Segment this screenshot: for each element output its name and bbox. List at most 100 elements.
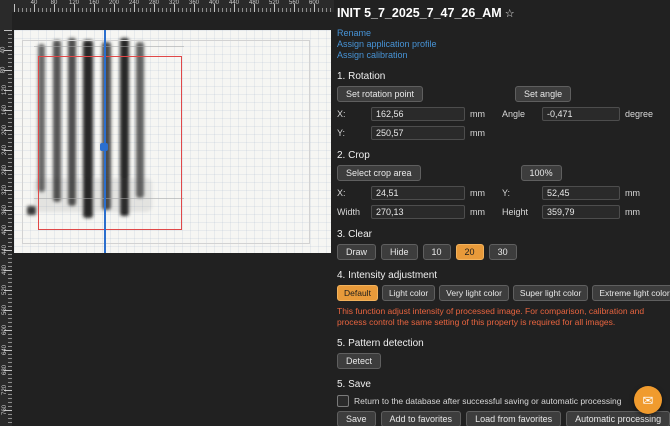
ruler-label: 280 [2,165,8,175]
app-window: 40 80 120 160 200 240 280 320 360 400 440 480 520 560… [0,0,670,426]
vertical-ruler: 40 80 120 160 200 240 280 320 360 400 440 480 520 560… [0,0,12,426]
crop-x-unit: mm [470,188,500,198]
control-panel: INIT 5_7_2025_7_47_26_AM ☆ Rename Assign… [337,0,670,426]
set-rotation-point-button[interactable]: Set rotation point [337,86,423,102]
ruler-label: 160 [89,0,99,6]
assign-application-profile-link[interactable]: Assign application profile [337,39,662,50]
ruler-label: 80 [0,67,6,74]
ruler-label: 80 [51,0,58,6]
detect-button[interactable]: Detect [337,353,381,369]
ruler-label: 200 [2,125,8,135]
set-angle-button[interactable]: Set angle [515,86,571,102]
crop-height-unit: mm [625,207,661,217]
intensity-heading: 4. Intensity adjustment [337,270,662,281]
ruler-label: 600 [309,0,319,6]
crop-y-unit: mm [625,188,661,198]
intensity-warning-text: This function adjust intensity of proces… [337,306,659,328]
return-to-database-checkbox[interactable] [337,395,349,407]
ruler-label: 40 [31,0,38,6]
crop-height-input[interactable] [542,205,620,219]
rotation-x-label: X: [337,109,371,119]
ruler-label: 360 [189,0,199,6]
clear-30-button[interactable]: 30 [489,244,517,260]
pattern-detection-heading: 5. Pattern detection [337,338,662,349]
rotation-y-unit: mm [470,128,500,138]
clear-heading: 3. Clear [337,229,662,240]
rotation-y-input[interactable] [371,126,465,140]
ruler-label: 400 [2,225,8,235]
crop-x-input[interactable] [371,186,465,200]
ruler-label: 240 [2,145,8,155]
image-canvas[interactable] [14,30,331,253]
ruler-label: 720 [2,385,8,395]
horizontal-ruler: 40 80 120 160 200 240 280 320 360 400 440 480 520 560… [12,0,334,12]
intensity-super-light-color-button[interactable]: Super light color [513,285,588,301]
add-to-favorites-button[interactable]: Add to favorites [381,411,462,426]
ruler-label: 520 [269,0,279,6]
clear-10-button[interactable]: 10 [423,244,451,260]
rename-link[interactable]: Rename [337,28,662,39]
action-links: Rename Assign application profile Assign… [337,28,662,61]
ruler-label: 40 [0,47,6,54]
rotation-x-unit: mm [470,109,500,119]
crop-y-label: Y: [502,188,542,198]
ruler-label: 440 [229,0,239,6]
ruler-label: 680 [2,365,8,375]
clear-draw-button[interactable]: Draw [337,244,376,260]
intensity-extreme-light-color-button[interactable]: Extreme light color [592,285,670,301]
ruler-label: 760 [2,405,8,415]
ruler-label: 560 [2,305,8,315]
clear-hide-button[interactable]: Hide [381,244,418,260]
ruler-label: 600 [2,325,8,335]
pencil-line [34,46,184,47]
ruler-label: 440 [2,245,8,255]
ruler-label: 240 [129,0,139,6]
rotation-y-label: Y: [337,128,371,138]
ruler-label: 120 [69,0,79,6]
crop-y-input[interactable] [542,186,620,200]
rotation-angle-input[interactable] [542,107,620,121]
zoom-100-button[interactable]: 100% [521,165,562,181]
save-button[interactable]: Save [337,411,376,426]
crop-x-label: X: [337,188,371,198]
intensity-light-color-button[interactable]: Light color [382,285,435,301]
ruler-label: 520 [2,285,8,295]
rotation-point-handle[interactable] [100,143,108,151]
ruler-label: 400 [209,0,219,6]
rotation-heading: 1. Rotation [337,71,662,82]
contact-fab-button[interactable]: ✉ [634,386,662,414]
ruler-label: 360 [2,205,8,215]
crop-width-input[interactable] [371,205,465,219]
ruler-label: 640 [2,345,8,355]
intensity-very-light-color-button[interactable]: Very light color [439,285,509,301]
page-title: INIT 5_7_2025_7_47_26_AM [337,6,502,20]
clear-20-button[interactable]: 20 [456,244,484,260]
rotation-angle-label: Angle [502,109,542,119]
ruler-label: 120 [2,85,8,95]
ruler-label: 280 [149,0,159,6]
rotation-guide-line[interactable] [104,30,106,253]
ruler-label: 480 [249,0,259,6]
ruler-label: 560 [289,0,299,6]
crop-heading: 2. Crop [337,150,662,161]
ruler-label: 320 [169,0,179,6]
save-heading: 5. Save [337,379,662,390]
ruler-label: 320 [2,185,8,195]
assign-calibration-link[interactable]: Assign calibration [337,50,662,61]
select-crop-area-button[interactable]: Select crop area [337,165,421,181]
rotation-angle-unit: degree [625,109,661,119]
ruler-label: 160 [2,105,8,115]
ruler-label: 480 [2,265,8,275]
envelope-icon: ✉ [643,394,654,407]
crop-height-label: Height [502,207,542,217]
favorite-star-icon[interactable]: ☆ [505,7,515,20]
automatic-processing-button[interactable]: Automatic processing [566,411,670,426]
crop-width-label: Width [337,207,371,217]
rotation-x-input[interactable] [371,107,465,121]
intensity-default-button[interactable]: Default [337,285,378,301]
ruler-label: 200 [109,0,119,6]
load-from-favorites-button[interactable]: Load from favorites [466,411,561,426]
return-to-database-label: Return to the database after successful … [354,396,621,406]
crop-width-unit: mm [470,207,500,217]
crop-rectangle[interactable] [38,56,182,230]
